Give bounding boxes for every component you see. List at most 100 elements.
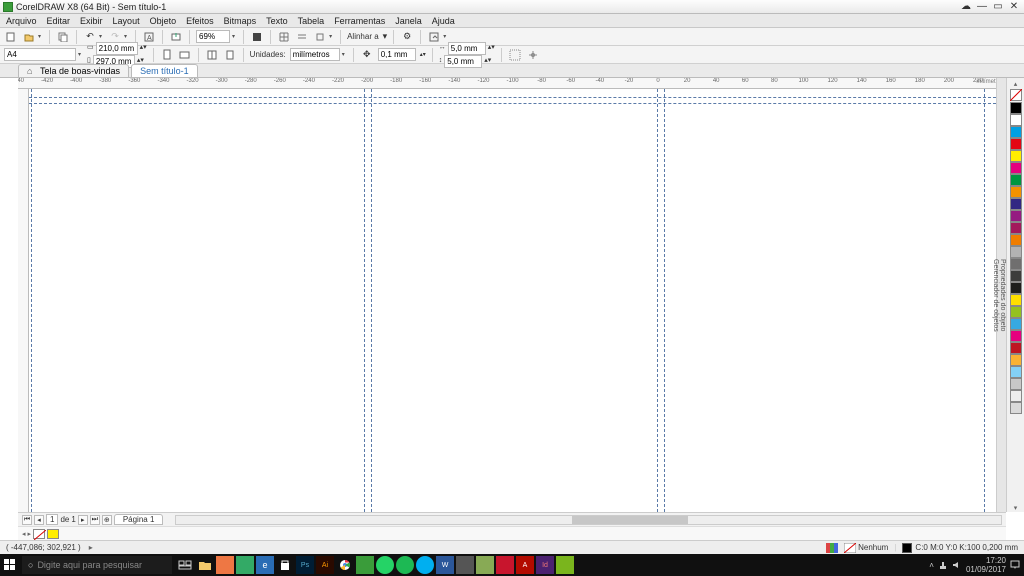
fullscreen-button[interactable] [250,30,264,44]
color-swatch[interactable] [1010,174,1022,186]
illustrator-icon[interactable]: Ai [316,556,334,574]
skype-icon[interactable] [416,556,434,574]
color-swatch[interactable] [1010,222,1022,234]
import-button[interactable] [169,30,183,44]
color-swatch[interactable] [47,529,59,539]
landscape-button[interactable] [178,48,192,62]
color-swatch[interactable] [1010,198,1022,210]
coreldraw-taskbar-icon[interactable] [356,556,374,574]
menu-layout[interactable]: Layout [113,16,140,26]
nudge-input[interactable] [378,48,416,61]
minimize-button[interactable]: — [976,2,988,12]
spinner-icon[interactable]: ▴▾ [484,57,491,65]
menu-janela[interactable]: Janela [395,16,422,26]
chevron-down-icon[interactable]: ▾ [36,33,43,40]
color-swatch[interactable] [1010,294,1022,306]
guideline-h[interactable] [29,103,1006,104]
tray-up-icon[interactable]: ˄ [929,561,934,570]
fill-indicator[interactable]: Nenhum [844,543,888,553]
app-icon[interactable] [216,556,234,574]
color-swatch[interactable] [1010,246,1022,258]
file-explorer-icon[interactable] [196,556,214,574]
docker-object-manager[interactable]: Gerenciador de objetos [992,78,999,512]
zoom-input[interactable] [196,30,230,43]
color-swatch[interactable] [1010,150,1022,162]
app-icon[interactable] [456,556,474,574]
acrobat-icon[interactable]: A [516,556,534,574]
app-icon[interactable] [476,556,494,574]
taskbar-clock[interactable]: 17:20 01/09/2017 [966,556,1006,574]
color-swatch[interactable] [1010,126,1022,138]
spotify-icon[interactable] [396,556,414,574]
app-icon[interactable] [556,556,574,574]
no-fill-swatch[interactable] [1010,89,1022,101]
docker-object-properties[interactable]: Propriedades do objeto [999,78,1006,512]
ruler-vertical[interactable] [18,89,29,512]
zoom-level[interactable]: ▾ [196,30,237,43]
copy-button[interactable] [56,30,70,44]
page-preset[interactable]: ▾ [4,48,83,61]
indesign-icon[interactable]: Id [536,556,554,574]
color-swatch[interactable] [1010,390,1022,402]
palette-up[interactable]: ▴ [1014,80,1018,88]
portrait-button[interactable] [160,48,174,62]
color-swatch[interactable] [1010,318,1022,330]
menu-efeitos[interactable]: Efeitos [186,16,214,26]
guideline-v[interactable] [364,89,365,512]
menu-ferramentas[interactable]: Ferramentas [334,16,385,26]
notifications-icon[interactable] [1010,560,1020,570]
menu-tabela[interactable]: Tabela [298,16,325,26]
store-icon[interactable] [276,556,294,574]
chrome-icon[interactable] [336,556,354,574]
color-swatch[interactable] [1010,114,1022,126]
doc-palette-left[interactable]: ◂ [22,530,26,538]
page-tab[interactable]: Página 1 [114,514,164,525]
menu-bitmaps[interactable]: Bitmaps [224,16,257,26]
corel-cloud-icon[interactable]: ☁ [960,2,972,12]
all-pages-button[interactable] [205,48,219,62]
color-swatch[interactable] [1010,330,1022,342]
photoshop-icon[interactable]: Ps [296,556,314,574]
no-fill-swatch[interactable] [33,529,45,539]
expand-button[interactable] [526,48,540,62]
color-swatch[interactable] [1010,258,1022,270]
outline-indicator[interactable]: C:0 M:0 Y:0 K:100 0,200 mm [902,543,1018,553]
chevron-down-icon[interactable]: ▾ [340,51,347,58]
color-swatch[interactable] [1010,270,1022,282]
guideline-v[interactable] [371,89,372,512]
drawing-canvas[interactable] [29,89,1006,512]
color-swatch[interactable] [1010,366,1022,378]
snap-objects-button[interactable]: ▾ [313,30,334,44]
color-swatch[interactable] [1010,162,1022,174]
options-button[interactable]: ⚙ [400,30,414,44]
next-page-button[interactable]: ▸ [78,515,88,525]
color-swatch[interactable] [1010,102,1022,114]
color-proof-icon[interactable] [826,543,838,553]
spinner-icon[interactable]: ▴▾ [140,44,147,52]
guideline-h[interactable] [29,97,1006,98]
horizontal-scrollbar[interactable] [175,515,1002,525]
close-button[interactable]: ✕ [1008,2,1020,12]
chevron-down-icon[interactable]: ▾ [327,33,334,40]
tab-document[interactable]: Sem título-1 [131,64,198,77]
page-preset-input[interactable] [4,48,76,61]
menu-objeto[interactable]: Objeto [150,16,177,26]
guideline-v[interactable] [664,89,665,512]
color-swatch[interactable] [1010,282,1022,294]
spinner-icon[interactable]: ▴▾ [420,51,426,58]
guideline-v[interactable] [657,89,658,512]
menu-texto[interactable]: Texto [266,16,288,26]
spinner-icon[interactable]: ▴▾ [488,44,495,52]
color-swatch[interactable] [1010,234,1022,246]
chevron-down-icon[interactable]: ▾ [97,33,104,40]
align-dropdown[interactable]: ▾ [383,31,388,42]
last-page-button[interactable]: ⏭ [90,515,100,525]
menu-exibir[interactable]: Exibir [80,16,103,26]
page-current[interactable]: 1 [46,514,58,525]
color-swatch[interactable] [1010,186,1022,198]
color-swatch[interactable] [1010,402,1022,414]
color-swatch[interactable] [1010,210,1022,222]
current-page-button[interactable] [223,48,237,62]
menu-ajuda[interactable]: Ajuda [432,16,455,26]
taskbar-search[interactable]: ○ Digite aqui para pesquisar [22,556,172,574]
